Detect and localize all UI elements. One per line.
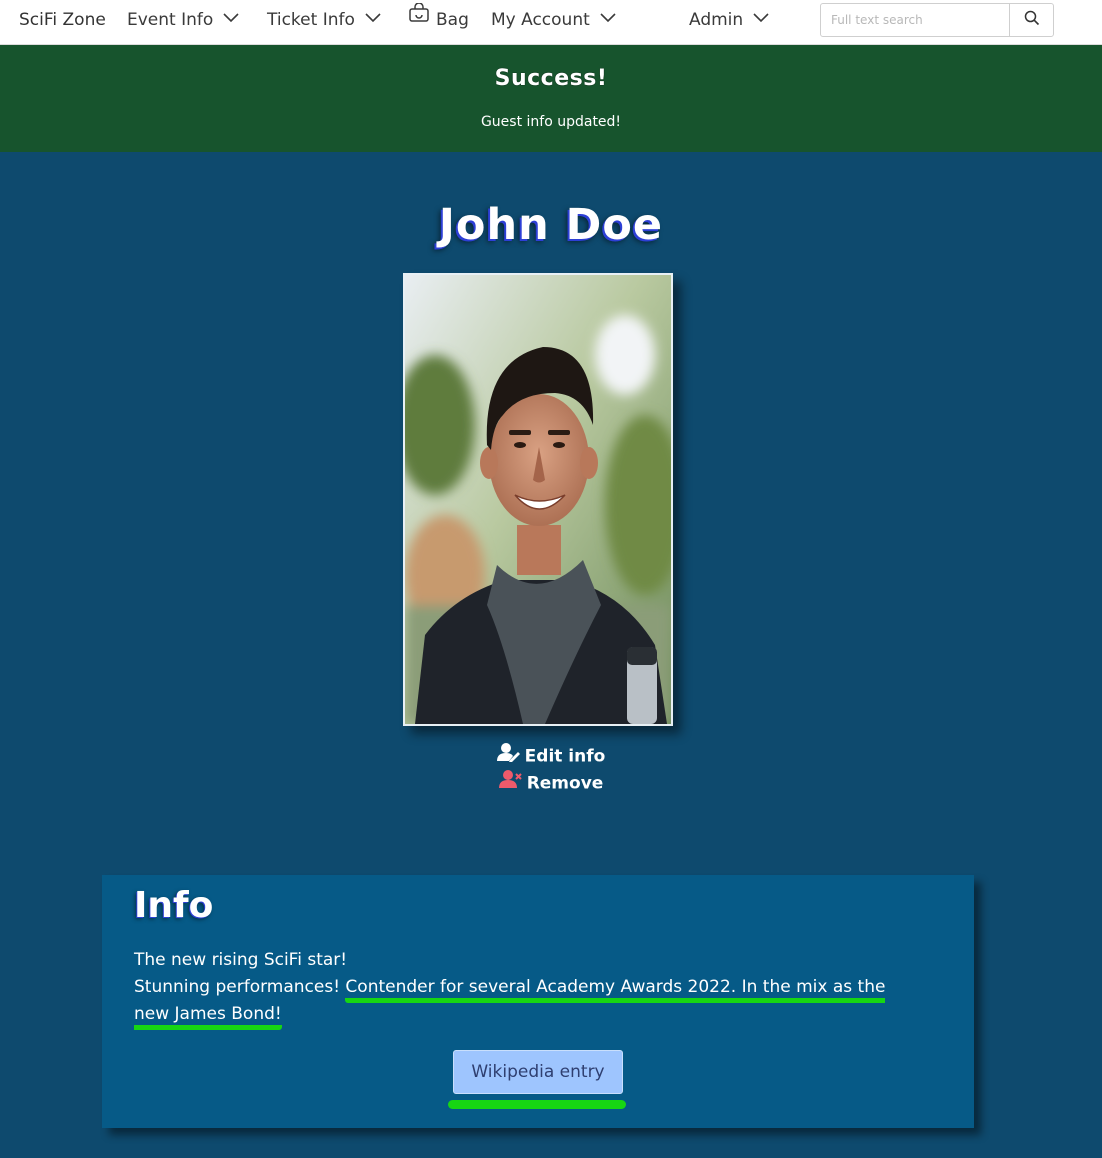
search-button[interactable] [1009,4,1053,36]
chevron-down-icon [753,0,769,38]
user-edit-icon [496,742,521,767]
user-remove-icon [498,769,523,794]
remove-link[interactable]: Remove [0,769,1102,796]
edit-info-link[interactable]: Edit info [0,742,1102,769]
info-line-2-text: Stunning performances! [134,977,346,997]
edit-info-label: Edit info [524,746,606,767]
info-card: Info The new rising SciFi star! Stunning… [102,875,974,1128]
info-line-1: The new rising SciFi star! [134,950,348,970]
chevron-down-icon [600,0,616,38]
nav-ticket-info-label: Ticket Info [267,10,355,30]
chevron-down-icon [223,0,239,38]
chevron-down-icon [365,0,381,38]
brand-link[interactable]: SciFi Zone [19,0,106,44]
nav-my-account-label: My Account [491,10,590,30]
success-alert: Success! Guest info updated! [0,45,1102,152]
guest-name: John Doe [438,200,664,250]
nav-my-account[interactable]: My Account [491,0,616,44]
nav-event-info-label: Event Info [127,10,214,30]
guest-photo [403,273,673,726]
nav-admin[interactable]: Admin [689,0,769,44]
top-navbar: SciFi Zone Event Info Ticket Info Bag My… [0,0,1102,45]
nav-admin-label: Admin [689,10,744,30]
nav-ticket-info[interactable]: Ticket Info [267,0,381,44]
alert-message: Guest info updated! [480,114,622,130]
wikipedia-entry-button[interactable]: Wikipedia entry [453,1050,623,1094]
nav-event-info[interactable]: Event Info [127,0,239,44]
remove-label: Remove [526,773,604,794]
search-box [820,3,1054,37]
highlight-underline [448,1100,626,1109]
info-line-2: Stunning performances! Contender for sev… [134,974,924,1030]
nav-bag-label: Bag [436,10,469,30]
info-title: Info [134,885,214,926]
nav-bag[interactable]: Bag [408,0,469,44]
info-text: The new rising SciFi star! Stunning perf… [134,947,924,1030]
search-icon [1024,10,1040,30]
alert-title: Success! [494,66,608,91]
search-input[interactable] [821,4,1011,36]
bag-icon [408,0,430,38]
